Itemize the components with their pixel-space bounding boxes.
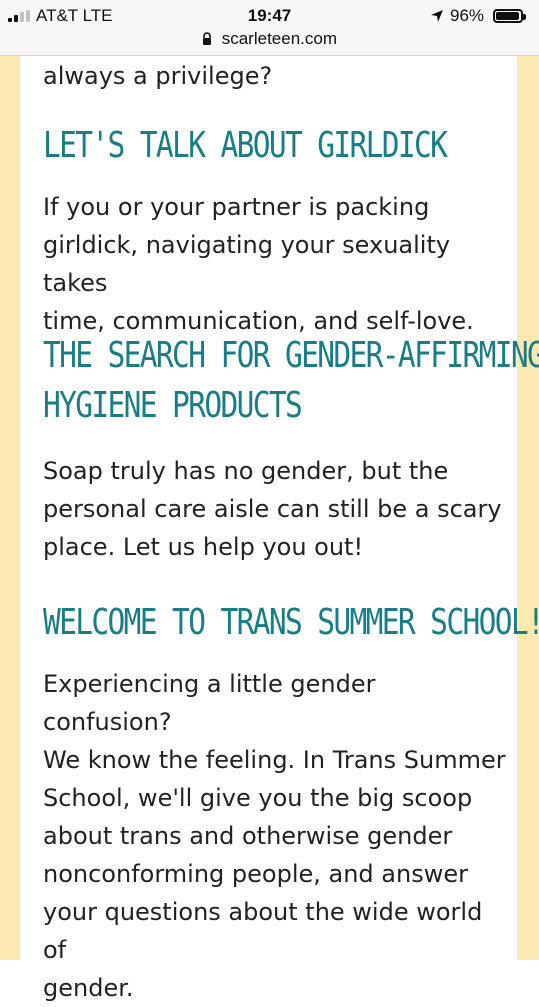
battery-fill xyxy=(496,12,520,20)
summary-line: Experiencing a little gender confusion? xyxy=(43,670,376,736)
address-bar[interactable]: scarleteen.com xyxy=(0,28,539,50)
battery-icon xyxy=(493,9,526,23)
lock-icon xyxy=(202,32,211,46)
summary-line: School, we'll give you the big scoop xyxy=(43,784,473,812)
intro-tail: always a privilege? xyxy=(43,62,273,90)
summary-line: place. Let us help you out! xyxy=(43,533,364,561)
summary-line: personal care aisle can still be a scary xyxy=(43,495,502,523)
section-title[interactable]: Let's Talk About Girldick xyxy=(43,121,448,171)
section-summary: Experiencing a little gender confusion? … xyxy=(43,665,509,1007)
summary-line: Soap truly has no gender, but the xyxy=(43,457,449,485)
section-summary: Soap truly has no gender, but the person… xyxy=(43,452,509,566)
location-icon xyxy=(431,10,443,22)
section-summary: If you or your partner is packing girldi… xyxy=(43,188,509,340)
browser-status-bar: AT&T LTE 19:47 96% scarleteen.com xyxy=(0,0,539,56)
section-title-line: Hygiene Products xyxy=(43,385,303,426)
url-text[interactable]: scarleteen.com xyxy=(222,29,337,48)
summary-line: nonconforming people, and answer xyxy=(43,860,468,888)
section-title[interactable]: The Search for Gender-Affirming Hygiene … xyxy=(43,331,539,431)
summary-line: We know the feeling. In Trans Summer xyxy=(43,746,506,774)
ios-status-row: AT&T LTE 19:47 96% xyxy=(0,5,539,27)
summary-line: If you or your partner is packing xyxy=(43,193,430,221)
section-title-line: The Search for Gender-Affirming xyxy=(43,335,539,376)
summary-line: gender. xyxy=(43,974,134,1002)
battery-percent: 96% xyxy=(450,6,485,25)
summary-line: your questions about the wide world of xyxy=(43,898,483,964)
summary-line: girldick, navigating your sexuality take… xyxy=(43,231,451,297)
summary-line: about trans and otherwise gender xyxy=(43,822,453,850)
section-title[interactable]: Welcome to Trans Summer School! xyxy=(43,598,539,648)
